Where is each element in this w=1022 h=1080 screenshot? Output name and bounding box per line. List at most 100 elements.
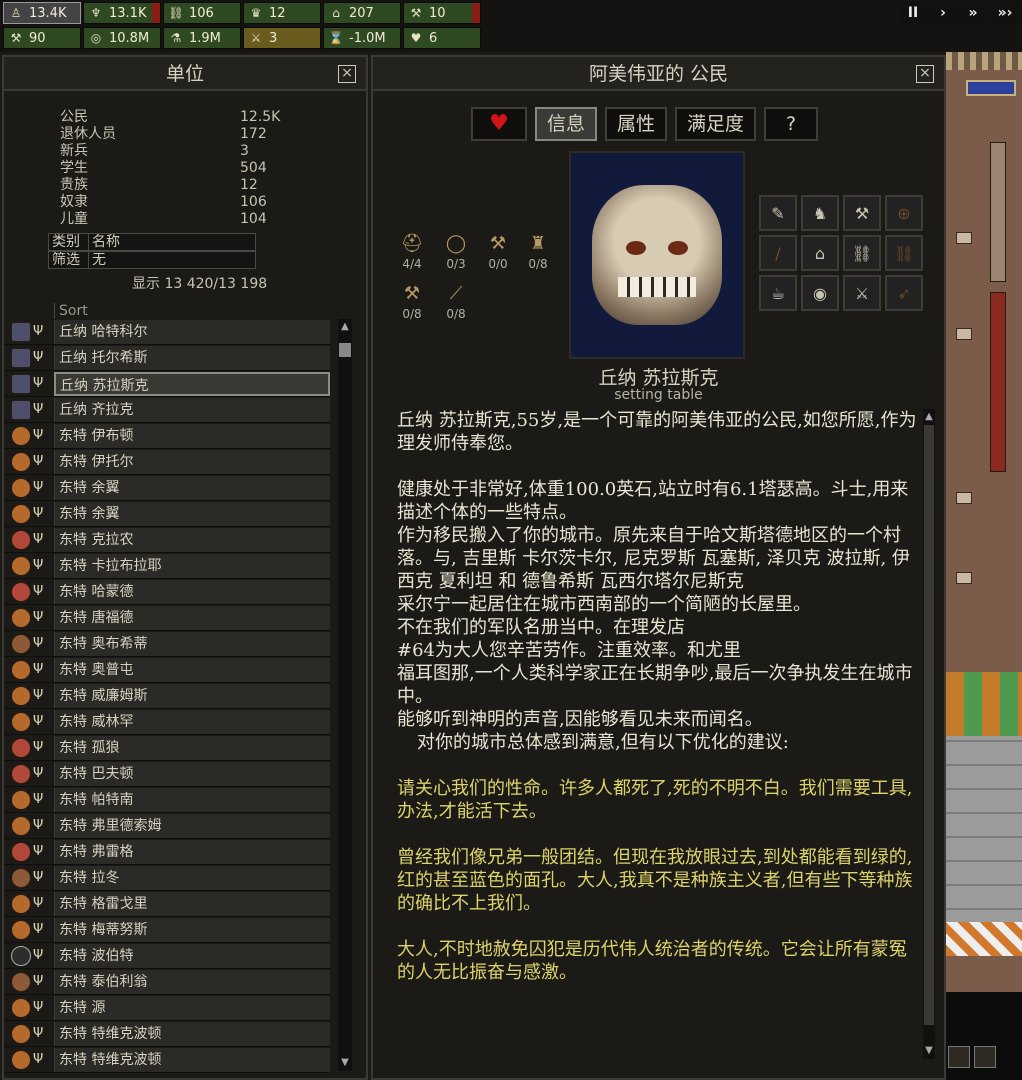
roof-icon[interactable]: ⌂ bbox=[801, 235, 839, 271]
unit-name[interactable]: 东特 拉冬 bbox=[54, 865, 330, 890]
unit-name[interactable]: 东特 源 bbox=[54, 995, 330, 1020]
unit-name[interactable]: 东特 弗里德索姆 bbox=[54, 813, 330, 838]
unit-row[interactable]: Ψ 丘纳 齐拉克 bbox=[4, 397, 330, 423]
pause-button[interactable]: II bbox=[898, 2, 928, 24]
stat-crown[interactable]: ♛ 12 bbox=[243, 2, 321, 24]
unit-name[interactable]: 东特 威廉姆斯 bbox=[54, 683, 330, 708]
unit-row[interactable]: Ψ 东特 弗雷格 bbox=[4, 839, 330, 865]
tab-attributes[interactable]: 属性 bbox=[605, 107, 668, 141]
fast-button[interactable]: » bbox=[958, 2, 988, 24]
unit-row[interactable]: Ψ 东特 余翼 bbox=[4, 475, 330, 501]
unit-name[interactable]: 东特 特维克波顿 bbox=[54, 1021, 330, 1046]
unit-row[interactable]: Ψ 东特 唐福德 bbox=[4, 605, 330, 631]
unit-row[interactable]: Ψ 东特 余翼 bbox=[4, 501, 330, 527]
unit-row[interactable]: Ψ 东特 奥布希蒂 bbox=[4, 631, 330, 657]
category-row[interactable]: 类别 名称 bbox=[48, 233, 256, 251]
unit-row[interactable]: Ψ 东特 帕特南 bbox=[4, 787, 330, 813]
units-panel-close-button[interactable]: × bbox=[338, 65, 356, 83]
unit-row[interactable]: Ψ 东特 泰伯利翁 bbox=[4, 969, 330, 995]
unit-row[interactable]: Ψ 东特 卡拉布拉耶 bbox=[4, 553, 330, 579]
scroll-down-icon[interactable]: ▼ bbox=[338, 1055, 352, 1071]
mug-icon[interactable]: ☕ bbox=[759, 275, 797, 311]
equipment-slot[interactable]: ◯ 0/3 bbox=[439, 233, 473, 271]
world-zoom-button[interactable] bbox=[974, 1046, 996, 1068]
unit-row[interactable]: Ψ 东特 特维克波顿 bbox=[4, 1021, 330, 1047]
unit-name[interactable]: 丘纳 齐拉克 bbox=[54, 397, 330, 422]
sword-icon[interactable]: / bbox=[759, 235, 797, 271]
unit-row[interactable]: Ψ 东特 巴夫顿 bbox=[4, 761, 330, 787]
brush-icon[interactable]: ✎ bbox=[759, 195, 797, 231]
unit-name[interactable]: 东特 伊布顿 bbox=[54, 423, 330, 448]
unit-name[interactable]: 东特 唐福德 bbox=[54, 605, 330, 630]
equipment-slot[interactable]: ⛑ 4/4 bbox=[395, 233, 429, 271]
unit-name[interactable]: 东特 弗雷格 bbox=[54, 839, 330, 864]
stat-hourglass[interactable]: ⌛ -1.0M bbox=[323, 27, 401, 49]
unit-name[interactable]: 东特 格雷戈里 bbox=[54, 891, 330, 916]
unit-row[interactable]: Ψ 东特 伊布顿 bbox=[4, 423, 330, 449]
stat-food[interactable]: ♆ 13.1K bbox=[83, 2, 161, 24]
unit-row[interactable]: Ψ 东特 特维克波顿 bbox=[4, 1047, 330, 1073]
scroll-up-icon[interactable]: ▲ bbox=[922, 409, 936, 425]
biography-scrollbar[interactable]: ▲ ▼ bbox=[923, 409, 935, 1059]
tab-info[interactable]: 信息 bbox=[535, 107, 598, 141]
unit-name[interactable]: 东特 哈蒙德 bbox=[54, 579, 330, 604]
unit-name[interactable]: 东特 帕特南 bbox=[54, 787, 330, 812]
unit-row[interactable]: Ψ 东特 拉冬 bbox=[4, 865, 330, 891]
unit-name[interactable]: 东特 特维克波顿 bbox=[54, 1047, 330, 1072]
tab-favorite[interactable]: ♥ bbox=[471, 107, 527, 141]
unit-name[interactable]: 丘纳 托尔希斯 bbox=[54, 345, 330, 370]
coin-stack-icon[interactable]: ◉ bbox=[801, 275, 839, 311]
unit-row[interactable]: Ψ 东特 弗里德索姆 bbox=[4, 813, 330, 839]
unit-name[interactable]: 东特 孤狼 bbox=[54, 735, 330, 760]
unit-row[interactable]: Ψ 东特 格雷戈里 bbox=[4, 891, 330, 917]
unit-name[interactable]: 东特 泰伯利翁 bbox=[54, 969, 330, 994]
unit-name[interactable]: 东特 巴夫顿 bbox=[54, 761, 330, 786]
sort-header[interactable]: Sort bbox=[54, 303, 88, 319]
play-button[interactable]: › bbox=[928, 2, 958, 24]
unit-row[interactable]: Ψ 东特 孤狼 bbox=[4, 735, 330, 761]
scrollbar-thumb[interactable] bbox=[924, 425, 934, 1025]
chain-icon[interactable]: ⛓ bbox=[843, 235, 881, 271]
unit-row[interactable]: Ψ 丘纳 托尔希斯 bbox=[4, 345, 330, 371]
unit-name[interactable]: 东特 奥布希蒂 bbox=[54, 631, 330, 656]
equipment-slot[interactable]: ⚒ 0/0 bbox=[481, 233, 515, 271]
unit-name[interactable]: 东特 梅蒂努斯 bbox=[54, 917, 330, 942]
stat-citizen[interactable]: ♙ 13.4K bbox=[3, 2, 81, 24]
unit-row[interactable]: Ψ 东特 奥普屯 bbox=[4, 657, 330, 683]
crossbow-icon[interactable]: ➶ bbox=[885, 275, 923, 311]
unit-row[interactable]: Ψ 东特 源 bbox=[4, 995, 330, 1021]
equipment-slot[interactable]: ⚒ 0/8 bbox=[395, 283, 429, 321]
unit-name[interactable]: 东特 威林罕 bbox=[54, 709, 330, 734]
unit-row[interactable]: Ψ 东特 威林罕 bbox=[4, 709, 330, 735]
no-hammer-icon[interactable]: ⚔ bbox=[843, 275, 881, 311]
stat-sword[interactable]: ⚔ 3 bbox=[243, 27, 321, 49]
fastest-button[interactable]: »› bbox=[990, 2, 1020, 24]
unit-row[interactable]: Ψ 东特 哈蒙德 bbox=[4, 579, 330, 605]
unit-row[interactable]: Ψ 东特 克拉农 bbox=[4, 527, 330, 553]
stat-house[interactable]: ⌂ 207 bbox=[323, 2, 401, 24]
filter-row[interactable]: 筛选 无 bbox=[48, 251, 256, 269]
stat-tool[interactable]: ⚒ 10 bbox=[403, 2, 481, 24]
unit-row[interactable]: Ψ 东特 伊托尔 bbox=[4, 449, 330, 475]
unit-name[interactable]: 东特 余翼 bbox=[54, 501, 330, 526]
unit-name[interactable]: 东特 余翼 bbox=[54, 475, 330, 500]
game-world-view[interactable] bbox=[946, 52, 1022, 1080]
rope-icon[interactable]: ⛓ bbox=[885, 235, 923, 271]
unit-list-scrollbar[interactable]: ▲ ▼ bbox=[338, 319, 352, 1071]
unit-row[interactable]: Ψ 丘纳 苏拉斯克 bbox=[4, 371, 330, 397]
unit-name[interactable]: 东特 奥普屯 bbox=[54, 657, 330, 682]
unit-name[interactable]: 东特 伊托尔 bbox=[54, 449, 330, 474]
unit-row[interactable]: Ψ 东特 梅蒂努斯 bbox=[4, 917, 330, 943]
tab-help[interactable]: ? bbox=[764, 107, 819, 141]
scroll-down-icon[interactable]: ▼ bbox=[922, 1043, 936, 1059]
unit-row[interactable]: Ψ 丘纳 哈特科尔 bbox=[4, 319, 330, 345]
hammer-icon[interactable]: ⚒ bbox=[843, 195, 881, 231]
unit-row[interactable]: Ψ 东特 波伯特 bbox=[4, 943, 330, 969]
unit-name[interactable]: 东特 波伯特 bbox=[54, 943, 330, 968]
equipment-slot[interactable]: ♜ 0/8 bbox=[521, 233, 555, 271]
stat-flask[interactable]: ⚗ 1.9M bbox=[163, 27, 241, 49]
equipment-slot[interactable]: ⟋ 0/8 bbox=[439, 283, 473, 321]
scrollbar-thumb[interactable] bbox=[339, 343, 351, 357]
unit-name[interactable]: 东特 卡拉布拉耶 bbox=[54, 553, 330, 578]
stat-hammer[interactable]: ⚒ 90 bbox=[3, 27, 81, 49]
